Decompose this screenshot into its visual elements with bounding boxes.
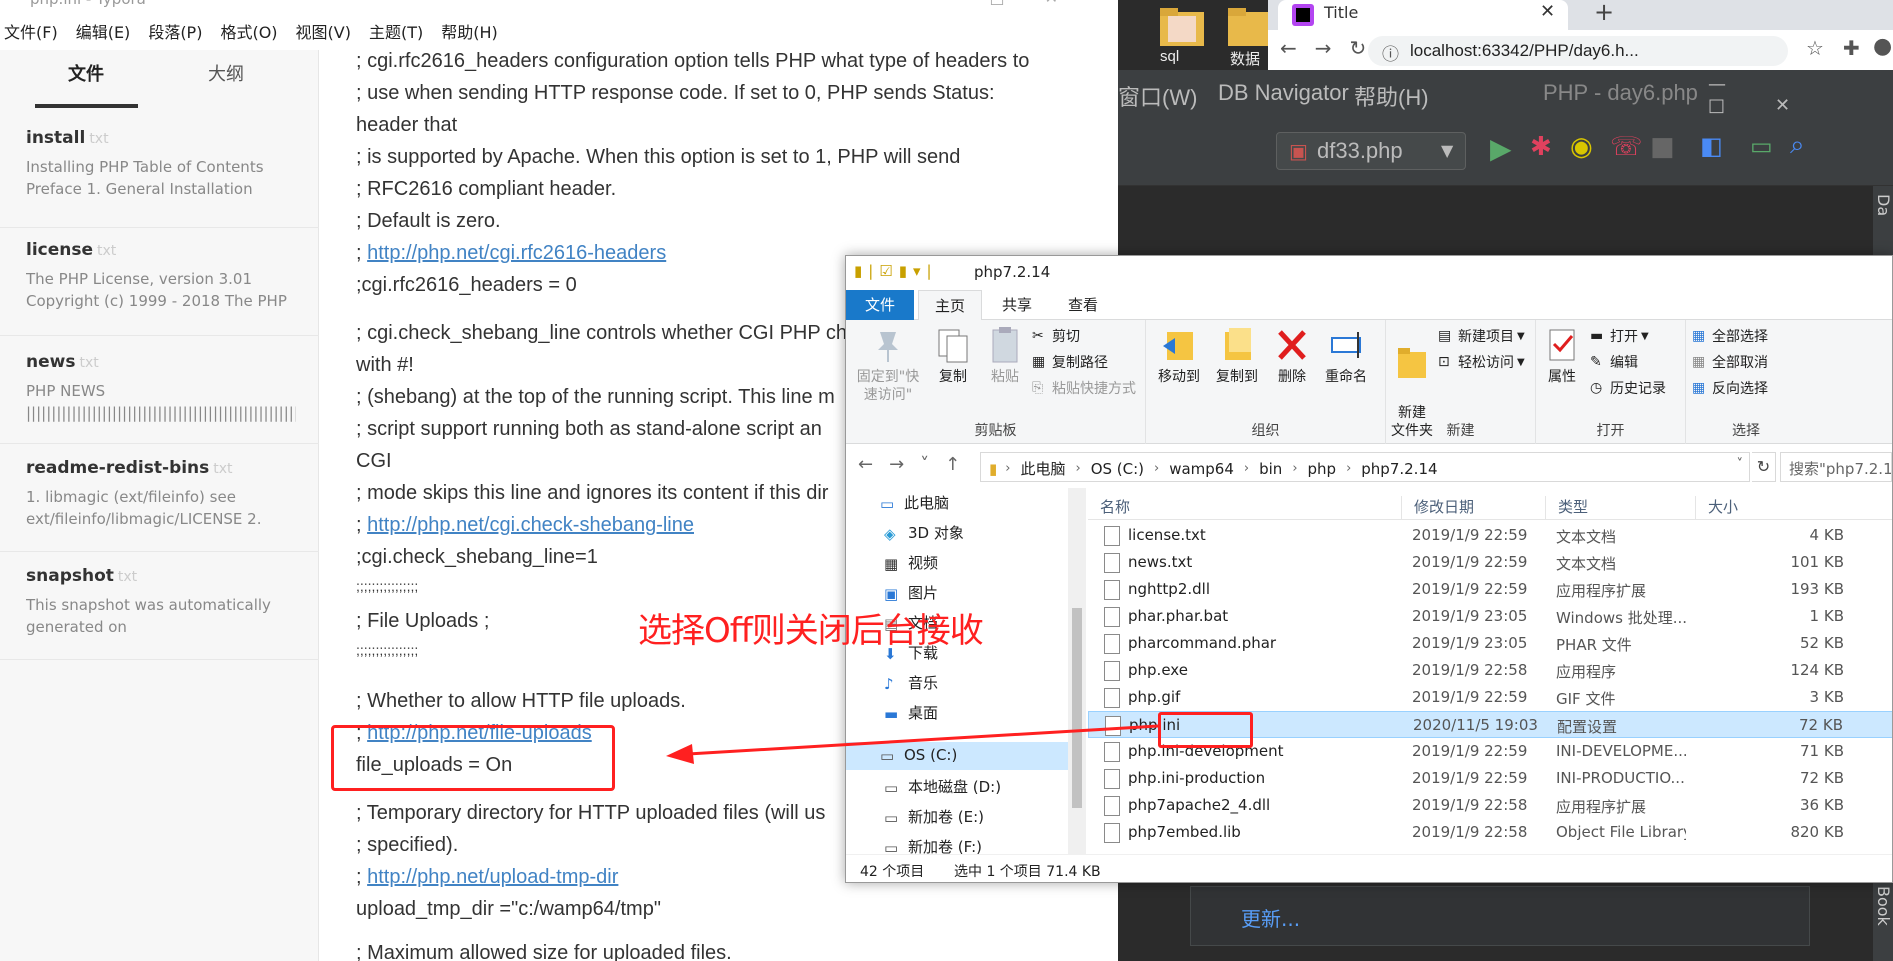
annotation-arrow [666,724,1159,764]
annotation-text: 选择Off则关闭后台接收 [638,611,984,651]
